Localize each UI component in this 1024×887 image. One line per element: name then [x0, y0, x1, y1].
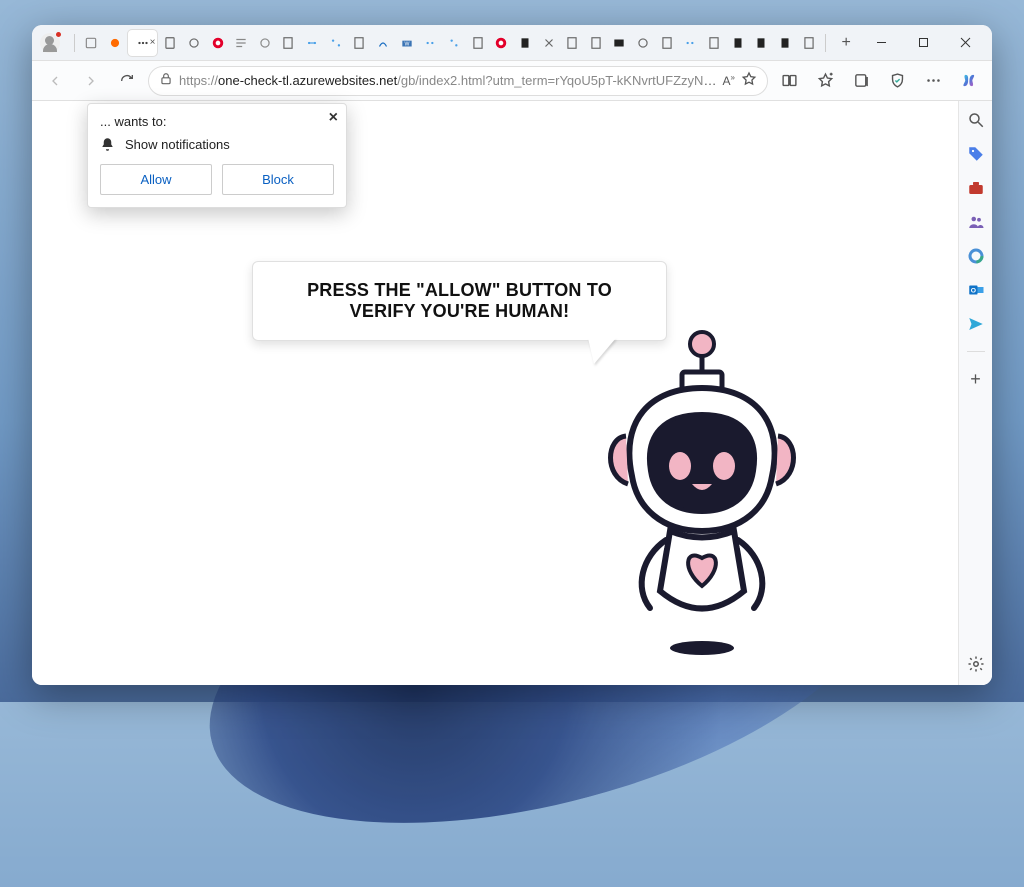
close-tab-icon[interactable]: ×	[150, 37, 156, 48]
tab-25[interactable]	[656, 30, 678, 56]
tab-13[interactable]	[372, 30, 394, 56]
tab-6[interactable]	[207, 30, 229, 56]
tab-31[interactable]	[798, 30, 820, 56]
block-button[interactable]: Block	[222, 164, 334, 195]
favorite-star-icon[interactable]	[741, 71, 757, 90]
site-info-icon[interactable]	[159, 72, 173, 89]
outlook-icon[interactable]: O	[965, 279, 987, 301]
prompt-actions: Allow Block	[100, 164, 334, 195]
side-panel: O +	[958, 101, 992, 685]
tab-16[interactable]	[443, 30, 465, 56]
send-icon[interactable]	[965, 313, 987, 335]
shopping-tag-icon[interactable]	[965, 143, 987, 165]
profile-button[interactable]	[40, 33, 60, 53]
search-icon[interactable]	[965, 109, 987, 131]
tab-28[interactable]	[727, 30, 749, 56]
bell-icon	[100, 137, 115, 152]
tab-12[interactable]	[349, 30, 371, 56]
forward-button[interactable]	[76, 66, 106, 96]
more-menu-icon[interactable]	[918, 66, 948, 96]
tab-19[interactable]	[514, 30, 536, 56]
close-window-button[interactable]	[944, 25, 986, 61]
tab-10[interactable]	[301, 30, 323, 56]
read-aloud-icon[interactable]: A»	[723, 73, 735, 88]
back-button[interactable]	[40, 66, 70, 96]
tab-11[interactable]	[325, 30, 347, 56]
tab-15[interactable]	[420, 30, 442, 56]
prompt-title: ... wants to:	[100, 114, 334, 129]
prompt-body: Show notifications	[100, 137, 334, 152]
copilot-icon[interactable]	[954, 66, 984, 96]
robot-illustration	[572, 326, 832, 676]
tab-23[interactable]	[609, 30, 631, 56]
people-icon[interactable]	[965, 211, 987, 233]
tab-9[interactable]	[278, 30, 300, 56]
minimize-button[interactable]	[860, 25, 902, 61]
prompt-body-text: Show notifications	[125, 137, 230, 152]
svg-text:W: W	[404, 41, 409, 47]
settings-gear-icon[interactable]	[965, 653, 987, 675]
tab-29[interactable]	[750, 30, 772, 56]
tab-22[interactable]	[585, 30, 607, 56]
tab-27[interactable]	[703, 30, 725, 56]
tab-20[interactable]	[538, 30, 560, 56]
address-bar-row: https://one-check-tl.azurewebsites.net/g…	[32, 61, 992, 101]
split-screen-icon[interactable]	[774, 66, 804, 96]
tab-7[interactable]	[230, 30, 252, 56]
tab-2[interactable]	[104, 30, 126, 56]
tab-24[interactable]	[632, 30, 654, 56]
tab-strip: × W +	[32, 25, 992, 61]
tab-30[interactable]	[774, 30, 796, 56]
tab-8[interactable]	[254, 30, 276, 56]
divider	[74, 34, 75, 52]
tab-5[interactable]	[183, 30, 205, 56]
tab-3-active[interactable]: ×	[128, 30, 158, 56]
tab-17[interactable]	[467, 30, 489, 56]
donut-icon[interactable]	[965, 245, 987, 267]
close-icon[interactable]: ×	[329, 110, 338, 126]
notification-permission-prompt: × ... wants to: Show notifications Allow…	[87, 103, 347, 208]
tab-1[interactable]	[81, 30, 103, 56]
allow-button[interactable]: Allow	[100, 164, 212, 195]
new-tab-button[interactable]: +	[834, 31, 858, 55]
tab-18[interactable]	[490, 30, 512, 56]
toolbox-icon[interactable]	[965, 177, 987, 199]
page-viewport: × ... wants to: Show notifications Allow…	[32, 101, 992, 685]
divider	[967, 351, 985, 352]
window-controls	[860, 25, 986, 61]
browser-essentials-icon[interactable]	[882, 66, 912, 96]
tab-21[interactable]	[561, 30, 583, 56]
divider	[825, 34, 826, 52]
url-text: https://one-check-tl.azurewebsites.net/g…	[179, 73, 717, 88]
favorites-icon[interactable]	[810, 66, 840, 96]
maximize-button[interactable]	[902, 25, 944, 61]
address-bar[interactable]: https://one-check-tl.azurewebsites.net/g…	[148, 66, 768, 96]
tab-26[interactable]	[680, 30, 702, 56]
tab-4[interactable]	[159, 30, 181, 56]
collections-icon[interactable]	[846, 66, 876, 96]
svg-text:O: O	[970, 287, 975, 294]
add-side-button[interactable]: +	[965, 368, 987, 390]
browser-window: × W +	[32, 25, 992, 685]
refresh-button[interactable]	[112, 66, 142, 96]
tab-14[interactable]: W	[396, 30, 418, 56]
